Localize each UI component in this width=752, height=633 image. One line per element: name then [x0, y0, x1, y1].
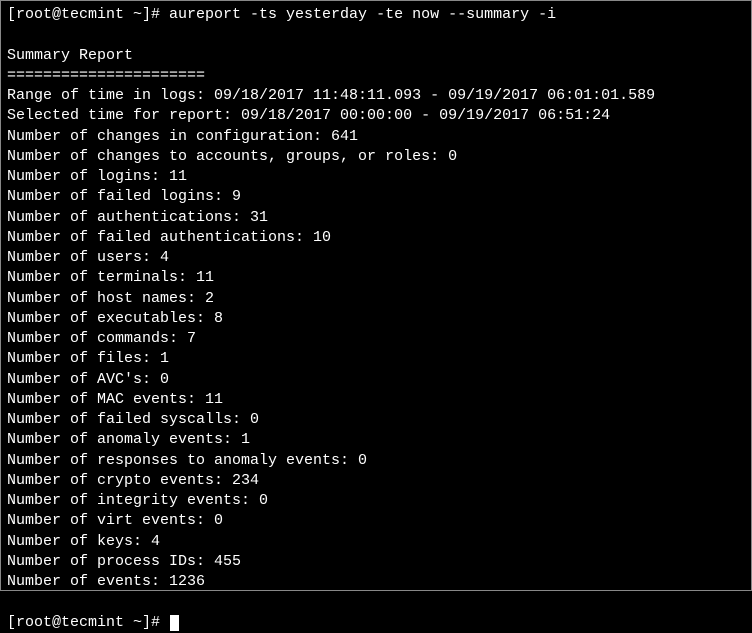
- report-row: Number of logins: 11: [7, 167, 745, 187]
- report-row: Number of changes in configuration: 641: [7, 127, 745, 147]
- report-row: Number of changes to accounts, groups, o…: [7, 147, 745, 167]
- report-row: Number of failed logins: 9: [7, 187, 745, 207]
- shell-prompt: [root@tecmint ~]#: [7, 6, 169, 23]
- report-row: Number of MAC events: 11: [7, 390, 745, 410]
- blank-line: [7, 25, 745, 45]
- report-row: Number of commands: 7: [7, 329, 745, 349]
- report-row: Number of crypto events: 234: [7, 471, 745, 491]
- terminal-output[interactable]: [root@tecmint ~]# aureport -ts yesterday…: [7, 5, 745, 633]
- report-row: Number of users: 4: [7, 248, 745, 268]
- report-row: Selected time for report: 09/18/2017 00:…: [7, 106, 745, 126]
- report-row: Number of virt events: 0: [7, 511, 745, 531]
- report-row: Number of keys: 4: [7, 532, 745, 552]
- blank-line: [7, 592, 745, 612]
- report-row: Number of authentications: 31: [7, 208, 745, 228]
- report-row: Number of terminals: 11: [7, 268, 745, 288]
- report-row: Number of files: 1: [7, 349, 745, 369]
- report-row: Number of failed authentications: 10: [7, 228, 745, 248]
- report-row: Number of process IDs: 455: [7, 552, 745, 572]
- report-row: Number of integrity events: 0: [7, 491, 745, 511]
- report-row: Number of events: 1236: [7, 572, 745, 592]
- report-row: Number of failed syscalls: 0: [7, 410, 745, 430]
- command-line: [root@tecmint ~]# aureport -ts yesterday…: [7, 5, 745, 25]
- report-row: Number of executables: 8: [7, 309, 745, 329]
- shell-prompt: [root@tecmint ~]#: [7, 614, 169, 631]
- command-text: aureport -ts yesterday -te now --summary…: [169, 6, 556, 23]
- report-row: Number of anomaly events: 1: [7, 430, 745, 450]
- report-row: Number of AVC's: 0: [7, 370, 745, 390]
- report-title: Summary Report: [7, 46, 745, 66]
- report-row: Number of host names: 2: [7, 289, 745, 309]
- report-divider: ======================: [7, 66, 745, 86]
- report-rows: Range of time in logs: 09/18/2017 11:48:…: [7, 86, 745, 592]
- command-line: [root@tecmint ~]#: [7, 613, 745, 633]
- report-row: Range of time in logs: 09/18/2017 11:48:…: [7, 86, 745, 106]
- cursor-icon: [170, 615, 179, 631]
- report-row: Number of responses to anomaly events: 0: [7, 451, 745, 471]
